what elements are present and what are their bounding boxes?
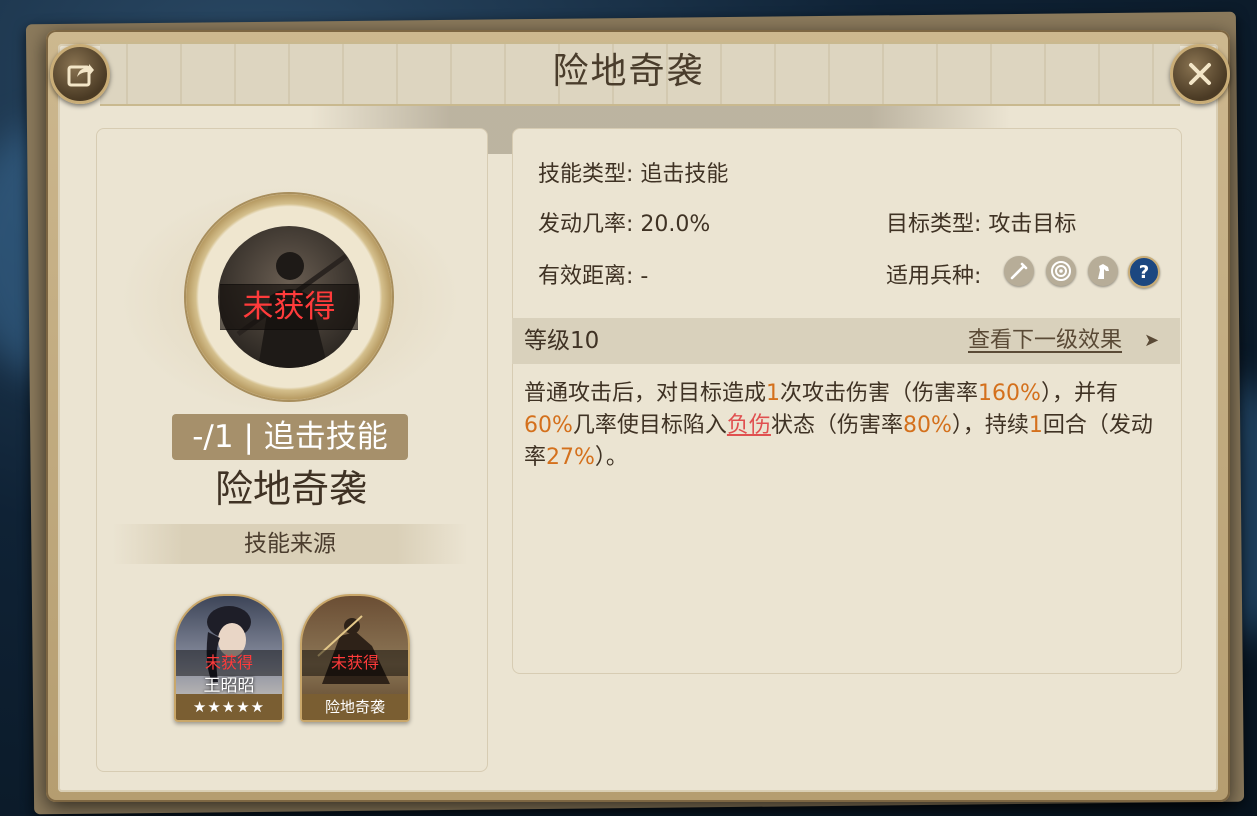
skill-source-label: 技能来源 (112, 524, 468, 564)
page-title: 险地奇袭 (552, 51, 705, 92)
star-rating: ★★★★★ (176, 694, 282, 720)
close-icon (1189, 63, 1211, 85)
skill-name: 险地奇袭 (214, 467, 367, 511)
skill-description: 普通攻击后，对目标造成1次攻击伤害（伤害率160%），并有60%几率使目标陷入负… (524, 381, 1153, 470)
trigger-rate-row: 发动几率: 20.0% (538, 206, 710, 238)
target-type-row: 目标类型: 攻击目标 (886, 206, 1076, 238)
target-type-label: 目标类型: (886, 212, 982, 237)
horse-icon[interactable] (1088, 256, 1118, 286)
source-name: 险地奇袭 (302, 694, 408, 720)
skill-count-badge: -/1 | 追击技能 (172, 414, 408, 460)
status-effect-link[interactable]: 负伤 (727, 413, 771, 438)
source-status: 未获得 (302, 650, 408, 676)
source-name: 王昭昭 (203, 676, 255, 696)
range-row: 有效距离: - (538, 258, 648, 290)
trigger-rate-label: 发动几率: (538, 212, 634, 237)
range-value: - (640, 264, 649, 289)
close-button[interactable] (1170, 44, 1230, 104)
share-icon (67, 64, 94, 87)
question-icon[interactable]: ? (1128, 256, 1160, 288)
portrait-status-label: 未获得 (220, 284, 358, 330)
troop-type-label: 适用兵种: (886, 264, 982, 289)
source-card-hero[interactable]: 未获得 王昭昭 ★★★★★ (174, 594, 284, 722)
range-label: 有效距离: (538, 264, 634, 289)
chevron-right-icon[interactable]: ➤ (1144, 318, 1159, 364)
skill-type-label: 技能类型: (538, 162, 634, 187)
level-label: 等级10 (524, 328, 600, 354)
trigger-rate-value: 20.0% (640, 212, 711, 237)
next-level-link[interactable]: 查看下一级效果 (968, 318, 1122, 364)
skill-type-value: 追击技能 (640, 162, 729, 187)
source-card-skill[interactable]: 未获得 险地奇袭 (300, 594, 410, 722)
target-type-value: 攻击目标 (988, 212, 1077, 237)
sword-icon[interactable] (1004, 256, 1034, 286)
source-status: 未获得 (176, 650, 282, 676)
skill-type-row: 技能类型: 追击技能 (538, 156, 728, 188)
target-icon[interactable] (1046, 256, 1076, 286)
share-button[interactable] (50, 44, 110, 104)
